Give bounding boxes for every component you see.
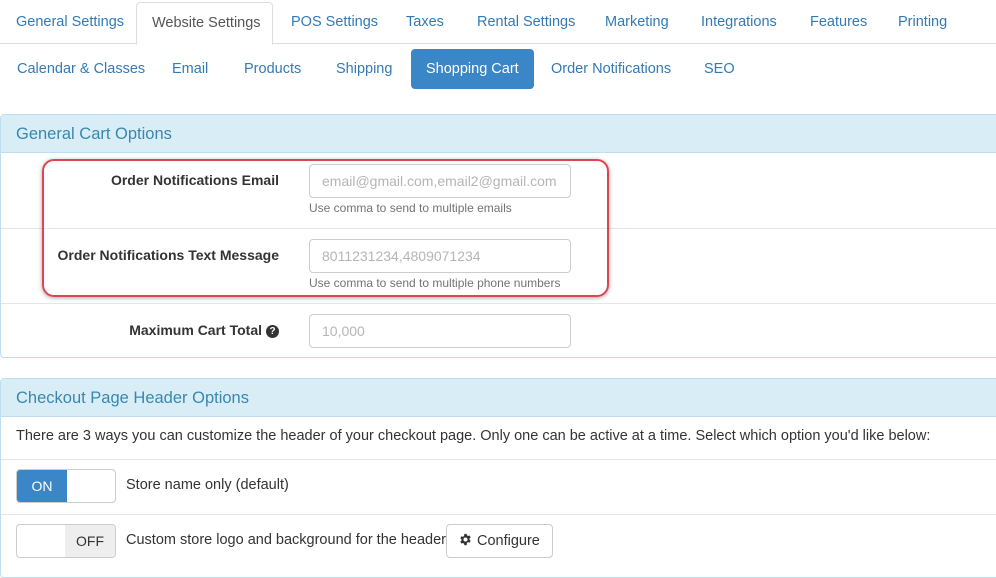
subtab-calendar-classes[interactable]: Calendar & Classes: [2, 49, 160, 89]
general-cart-options-panel: General Cart Options Order Notifications…: [0, 114, 996, 358]
order-notifications-sms-input[interactable]: [309, 239, 571, 273]
row-divider: [1, 514, 996, 515]
order-notifications-sms-label: Order Notifications Text Message: [57, 247, 279, 263]
tab-general-settings[interactable]: General Settings: [16, 0, 124, 44]
tab-printing[interactable]: Printing: [898, 0, 947, 44]
row-divider: [1, 303, 996, 304]
tab-integrations[interactable]: Integrations: [701, 0, 777, 44]
tab-pos-settings[interactable]: POS Settings: [291, 0, 378, 44]
configure-button-label: Configure: [477, 533, 540, 549]
subtab-seo[interactable]: SEO: [689, 49, 750, 89]
maximum-cart-total-label: Maximum Cart Total?: [129, 322, 279, 338]
order-notifications-email-help: Use comma to send to multiple emails: [309, 201, 512, 215]
gear-icon: [459, 525, 472, 557]
order-notifications-email-input[interactable]: [309, 164, 571, 198]
store-name-only-toggle[interactable]: ON: [16, 469, 116, 503]
row-divider: [1, 228, 996, 229]
top-tab-bar: General Settings Website Settings POS Se…: [0, 0, 996, 45]
toggle-on-state: ON: [17, 470, 67, 502]
subtab-order-notifications[interactable]: Order Notifications: [536, 49, 686, 89]
order-notifications-sms-help: Use comma to send to multiple phone numb…: [309, 276, 561, 290]
order-notifications-email-label: Order Notifications Email: [110, 172, 279, 188]
tab-features[interactable]: Features: [810, 0, 867, 44]
toggle-off-state: OFF: [65, 525, 115, 557]
subtab-email[interactable]: Email: [157, 49, 223, 89]
row-divider: [1, 459, 996, 460]
panel-heading: General Cart Options: [1, 115, 996, 153]
maximum-cart-total-input[interactable]: [309, 314, 571, 348]
custom-logo-toggle[interactable]: OFF: [16, 524, 116, 558]
store-name-only-label: Store name only (default): [126, 477, 289, 493]
tab-marketing[interactable]: Marketing: [605, 0, 669, 44]
panel-heading: Checkout Page Header Options: [1, 379, 996, 417]
tab-website-settings[interactable]: Website Settings: [136, 2, 273, 45]
subtab-shopping-cart[interactable]: Shopping Cart: [411, 49, 534, 89]
subtab-shipping[interactable]: Shipping: [321, 49, 407, 89]
question-circle-icon[interactable]: ?: [266, 325, 279, 338]
checkout-header-intro: There are 3 ways you can customize the h…: [16, 428, 931, 444]
configure-button[interactable]: Configure: [446, 524, 553, 558]
tab-rental-settings[interactable]: Rental Settings: [477, 0, 575, 44]
maximum-cart-total-text: Maximum Cart Total: [129, 322, 262, 338]
subtab-products[interactable]: Products: [229, 49, 316, 89]
custom-logo-label: Custom store logo and background for the…: [126, 532, 447, 548]
tab-taxes[interactable]: Taxes: [406, 0, 444, 44]
